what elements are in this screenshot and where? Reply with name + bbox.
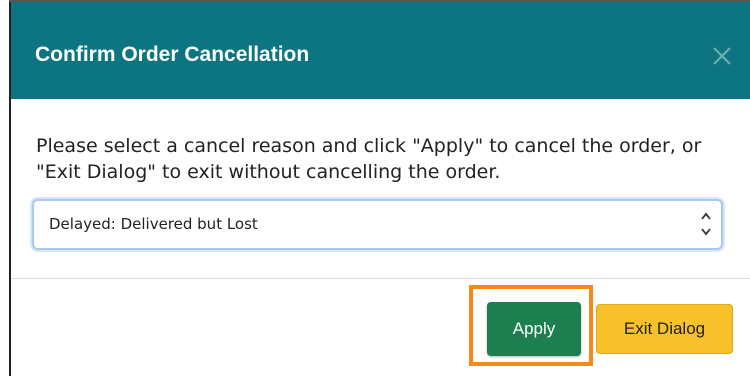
exit-dialog-button[interactable]: Exit Dialog (596, 304, 733, 354)
close-icon (713, 47, 731, 65)
up-down-arrows-icon (701, 212, 711, 236)
cancel-order-dialog: Confirm Order Cancellation Please select… (11, 2, 750, 376)
dialog-message: Please select a cancel reason and click … (36, 135, 702, 183)
apply-button[interactable]: Apply (487, 302, 581, 356)
cancel-reason-selected-value: Delayed: Delivered but Lost (49, 215, 258, 233)
dialog-title: Confirm Order Cancellation (35, 43, 310, 66)
footer-divider (11, 278, 750, 279)
cancel-reason-select[interactable]: Delayed: Delivered but Lost (32, 199, 723, 250)
close-button[interactable] (708, 42, 736, 70)
dialog-header: Confirm Order Cancellation (11, 2, 750, 99)
screenshot-frame: Confirm Order Cancellation Please select… (0, 0, 750, 376)
